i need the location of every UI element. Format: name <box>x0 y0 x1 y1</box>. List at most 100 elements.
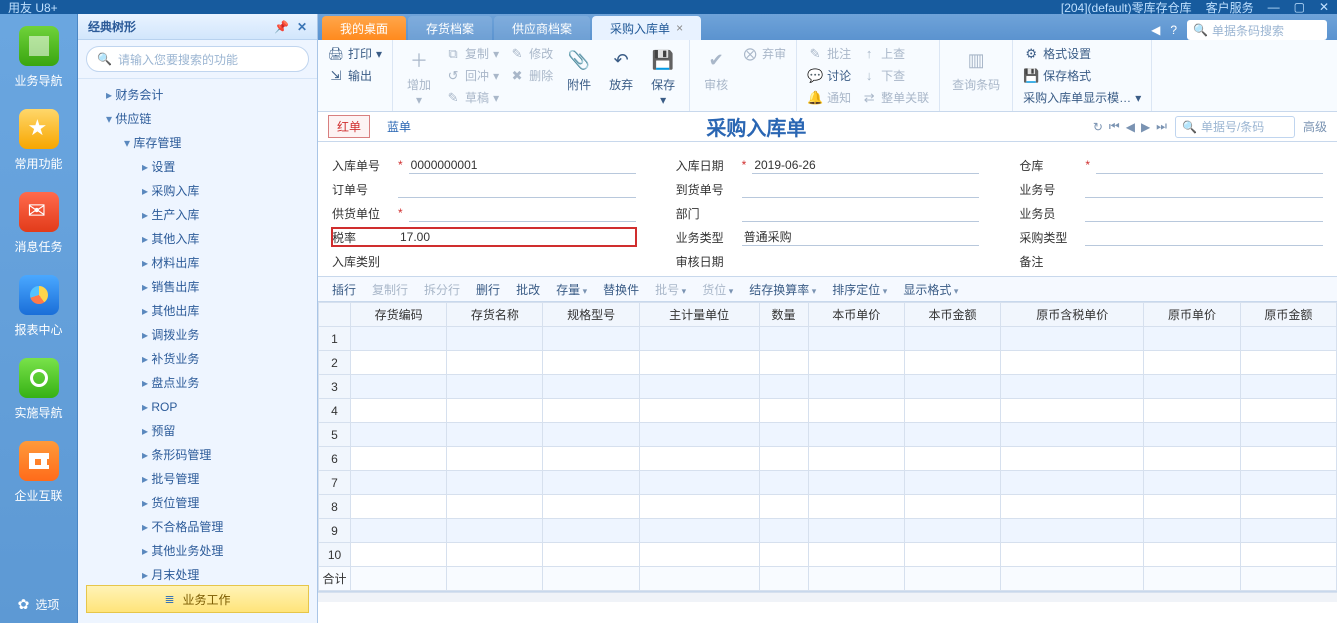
help-icon[interactable]: ? <box>1170 23 1177 37</box>
table-row[interactable]: 6 <box>319 447 1337 471</box>
tree-batch[interactable]: 批号管理 <box>140 467 317 491</box>
abandon-audit-button[interactable]: ⨂弃审 <box>742 44 786 64</box>
rail-report[interactable]: 报表中心 <box>0 263 77 346</box>
red-doc-toggle[interactable]: 红单 <box>328 115 370 138</box>
draft-button[interactable]: ✎草稿 ▾ <box>445 88 499 108</box>
copy-button[interactable]: ⧉复制 ▾ <box>445 44 499 64</box>
blue-doc-toggle[interactable]: 蓝单 <box>378 115 420 138</box>
gb-delrow[interactable]: 删行 <box>476 281 500 298</box>
last-icon[interactable]: ⏭ <box>1156 119 1167 134</box>
related-button[interactable]: ⇄整单关联 <box>861 88 929 108</box>
maximize-icon[interactable]: ▢ <box>1294 0 1305 14</box>
tree-other-in[interactable]: 其他入库 <box>140 227 317 251</box>
gb-stock[interactable]: 存量 <box>556 281 587 298</box>
tree-settings[interactable]: 设置 <box>140 155 317 179</box>
table-row[interactable]: 10 <box>319 543 1337 567</box>
tree-reserve[interactable]: 预留 <box>140 419 317 443</box>
rail-fav[interactable]: 常用功能 <box>0 97 77 180</box>
output-button[interactable]: ⇲输出 <box>328 66 382 86</box>
sidebar-search-input[interactable]: 🔍 请输入您要搜索的功能 <box>86 46 309 72</box>
advanced-link[interactable]: 高级 <box>1303 118 1327 135</box>
tree-defect[interactable]: 不合格品管理 <box>140 515 317 539</box>
rewind-button[interactable]: ↺回冲 ▾ <box>445 66 499 86</box>
tree-supply[interactable]: 供应链 库存管理 设置 采购入库 生产入库 其他入库 材料出库 销售出库 其他出… <box>104 107 317 587</box>
rail-nav[interactable]: 业务导航 <box>0 14 77 97</box>
gb-insert[interactable]: 插行 <box>332 281 356 298</box>
rail-msg[interactable]: 消息任务 <box>0 180 77 263</box>
tree-transfer[interactable]: 调拨业务 <box>140 323 317 347</box>
tree-finance[interactable]: 财务会计 <box>104 83 317 107</box>
tree-location[interactable]: 货位管理 <box>140 491 317 515</box>
prev-icon[interactable]: ◀ <box>1126 120 1135 134</box>
gb-split[interactable]: 拆分行 <box>424 281 460 298</box>
tree-stocktake[interactable]: 盘点业务 <box>140 371 317 395</box>
tab-purchase-in[interactable]: 采购入库单× <box>592 16 701 40</box>
rail-impl[interactable]: 实施导航 <box>0 346 77 429</box>
gb-copyrow[interactable]: 复制行 <box>372 281 408 298</box>
batch-approve-button[interactable]: ✎批注 <box>807 44 851 64</box>
tree-material-out[interactable]: 材料出库 <box>140 251 317 275</box>
table-row[interactable]: 5 <box>319 423 1337 447</box>
field-supplier[interactable] <box>409 204 636 222</box>
field-date[interactable]: 2019-06-26 <box>752 156 979 174</box>
gb-batchno[interactable]: 批号 <box>655 281 686 298</box>
field-incat[interactable] <box>398 252 636 270</box>
pin-icon[interactable]: 📌 <box>274 20 289 34</box>
tree-sale-out[interactable]: 销售出库 <box>140 275 317 299</box>
rail-options[interactable]: 选项 <box>0 596 77 613</box>
down-query-button[interactable]: ↓下查 <box>861 66 929 86</box>
modify-button[interactable]: ✎修改 <box>509 44 553 64</box>
print-button[interactable]: 🖨打印 ▾ <box>328 44 382 64</box>
refresh-icon[interactable]: ↻ <box>1093 120 1103 134</box>
tree-prod-in[interactable]: 生产入库 <box>140 203 317 227</box>
next-icon[interactable]: ▶ <box>1141 120 1150 134</box>
table-row[interactable]: 4 <box>319 399 1337 423</box>
save-format-button[interactable]: 💾保存格式 <box>1023 66 1141 86</box>
tree-replenish[interactable]: 补货业务 <box>140 347 317 371</box>
field-orderno[interactable] <box>398 180 636 198</box>
tab-inventory-archive[interactable]: 存货档案 <box>408 16 492 40</box>
h-scrollbar[interactable] <box>318 592 1337 602</box>
field-warehouse[interactable] <box>1096 156 1323 174</box>
gb-replace[interactable]: 替换件 <box>603 281 639 298</box>
up-query-button[interactable]: ↑上查 <box>861 44 929 64</box>
gb-batch[interactable]: 批改 <box>516 281 540 298</box>
field-bizno[interactable] <box>1085 180 1323 198</box>
tree-other-out[interactable]: 其他出库 <box>140 299 317 323</box>
tree-rop[interactable]: ROP <box>140 395 317 419</box>
attach-button[interactable]: 📎附件 <box>563 44 595 95</box>
table-row[interactable]: 2 <box>319 351 1337 375</box>
close-icon[interactable]: ✕ <box>1319 0 1329 14</box>
field-biztype[interactable]: 普通采购 <box>742 228 980 246</box>
tab-desktop[interactable]: 我的桌面 <box>322 16 406 40</box>
tree-monthend[interactable]: 月末处理 <box>140 563 317 587</box>
field-arrivalno[interactable] <box>742 180 980 198</box>
delete-button[interactable]: ✖删除 <box>509 66 553 86</box>
format-settings-button[interactable]: ⚙格式设置 <box>1023 44 1141 64</box>
table-row[interactable]: 1 <box>319 327 1337 351</box>
field-docno[interactable]: 0000000001 <box>409 156 636 174</box>
sidebar-tab-work[interactable]: 业务工作 <box>86 585 309 613</box>
barcode-search[interactable]: 🔍单据条码搜索 <box>1187 20 1327 40</box>
table-row[interactable]: 7 <box>319 471 1337 495</box>
doc-search[interactable]: 🔍单据号/条码 <box>1175 116 1295 138</box>
gb-conv[interactable]: 结存换算率 <box>749 281 816 298</box>
gb-location[interactable]: 货位 <box>702 281 733 298</box>
field-purchtype[interactable] <box>1085 228 1323 246</box>
detail-grid[interactable]: 存货编码 存货名称 规格型号 主计量单位 数量 本币单价 本币金额 原币含税单价… <box>318 302 1337 592</box>
query-barcode-button[interactable]: ▥查询条码 <box>950 44 1002 95</box>
add-button[interactable]: ＋增加 ▾ <box>403 44 435 109</box>
audit-button[interactable]: ✔审核 <box>700 44 732 95</box>
tab-supplier-archive[interactable]: 供应商档案 <box>494 16 590 40</box>
tree-inventory[interactable]: 库存管理 设置 采购入库 生产入库 其他入库 材料出库 销售出库 其他出库 调拨… <box>122 131 317 587</box>
tree-barcode[interactable]: 条形码管理 <box>140 443 317 467</box>
notify-button[interactable]: 🔔通知 <box>807 88 851 108</box>
field-taxrate[interactable]: 17.00 <box>398 228 486 246</box>
tree-other-biz[interactable]: 其他业务处理 <box>140 539 317 563</box>
gb-sort[interactable]: 排序定位 <box>832 281 887 298</box>
table-row[interactable]: 9 <box>319 519 1337 543</box>
field-operator[interactable] <box>1085 204 1323 222</box>
save-button[interactable]: 💾保存 ▾ <box>647 44 679 109</box>
field-auditdate[interactable] <box>742 252 980 270</box>
abandon-button[interactable]: ↶放弃 <box>605 44 637 95</box>
